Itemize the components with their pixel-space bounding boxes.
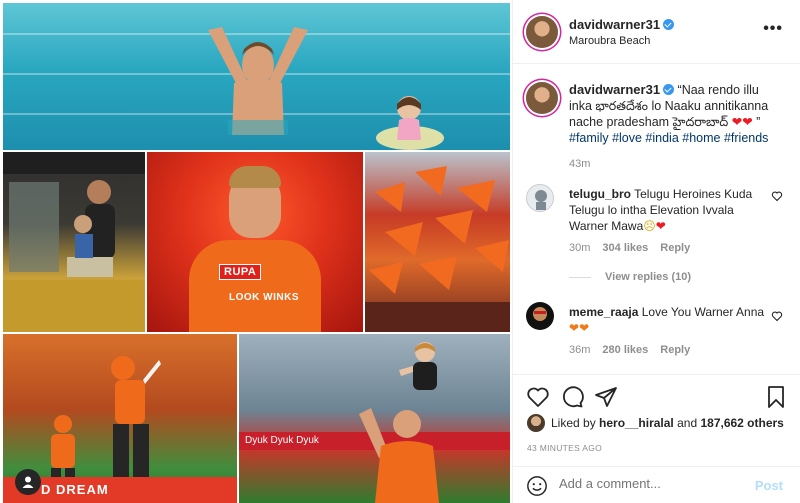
- red-heart-emoji: ❤: [731, 115, 743, 129]
- collage-photo-pool: [3, 3, 510, 150]
- heart-icon[interactable]: [526, 385, 550, 409]
- caption-username[interactable]: davidwarner31: [569, 82, 675, 97]
- post-header: davidwarner31 Maroubra Beach •••: [513, 0, 800, 64]
- sponsor-logo-look: LOOK WINKS: [229, 292, 299, 303]
- post-location[interactable]: Maroubra Beach: [569, 35, 650, 47]
- post-timestamp[interactable]: 43 MINUTES AGO: [527, 443, 602, 453]
- red-heart-emoji: ❤: [742, 115, 753, 129]
- collage-photo-crowd-flags: [365, 152, 510, 332]
- post-actions-bar: [513, 374, 800, 414]
- orange-heart-emoji: ❤: [569, 321, 580, 335]
- comment-icon[interactable]: [560, 385, 584, 409]
- comment-text: Love You Warner Anna: [641, 305, 765, 319]
- verified-icon: [663, 84, 675, 95]
- liker-avatar[interactable]: [527, 414, 545, 432]
- liker-username[interactable]: hero__hiralal: [599, 416, 674, 430]
- comment-username[interactable]: telugu_bro: [569, 187, 631, 201]
- comment-heart-icon[interactable]: [771, 190, 783, 205]
- bookmark-icon[interactable]: [764, 385, 788, 409]
- likes-summary: Liked by hero__hiralal and 187,662 other…: [527, 414, 784, 432]
- caption-hashtags[interactable]: #family #love #india #home #friends: [569, 131, 768, 145]
- sponsor-logo-rupa: RUPA: [219, 264, 262, 280]
- collage-photo-auto-rickshaw: [3, 152, 145, 332]
- view-replies-button[interactable]: View replies (10): [569, 271, 691, 283]
- comment-username[interactable]: meme_raaja: [569, 305, 638, 319]
- red-heart-emoji: ❤: [655, 219, 666, 233]
- comment-time: 36m: [569, 344, 591, 356]
- author-username[interactable]: davidwarner31: [569, 17, 675, 32]
- more-icon[interactable]: •••: [763, 20, 783, 38]
- collage-photo-jersey-portrait: RUPA LOOK WINKS: [147, 152, 363, 332]
- comment-avatar[interactable]: [526, 302, 554, 330]
- comment-avatar[interactable]: [526, 184, 554, 212]
- collage-photo-batsman: D DREAM: [3, 334, 237, 503]
- smile-icon[interactable]: [526, 475, 548, 497]
- post-image-collage[interactable]: RUPA LOOK WINKS D DREAM Dyuk Dyuk Dyuk: [0, 0, 512, 503]
- author-avatar[interactable]: [526, 16, 558, 48]
- collage-photo-celebration: Dyuk Dyuk Dyuk: [239, 334, 510, 503]
- sad-emoji: ☹: [643, 219, 656, 233]
- caption-end-quote: ”: [756, 115, 761, 129]
- comment-time: 30m: [569, 242, 591, 254]
- add-comment-bar: Post: [513, 466, 800, 503]
- orange-heart-emoji: ❤: [579, 321, 590, 335]
- child-figure: [376, 96, 444, 150]
- comment-heart-icon[interactable]: [771, 310, 783, 325]
- verified-icon: [663, 19, 675, 30]
- post-panel: davidwarner31 Maroubra Beach ••• davidwa…: [512, 0, 800, 503]
- post-comment-button[interactable]: Post: [755, 478, 783, 493]
- caption-avatar[interactable]: [526, 82, 558, 114]
- caption-time: 43m: [569, 158, 591, 170]
- comment-input[interactable]: [559, 476, 749, 491]
- comment-reply-button[interactable]: Reply: [660, 344, 690, 356]
- swimmer-figure: [208, 27, 308, 135]
- share-icon[interactable]: [594, 385, 618, 409]
- comment-likes[interactable]: 304 likes: [602, 242, 648, 254]
- comment-likes[interactable]: 280 likes: [602, 344, 648, 356]
- user-tag-icon[interactable]: [15, 469, 41, 495]
- likes-count[interactable]: 187,662 others: [700, 416, 783, 430]
- comment-reply-button[interactable]: Reply: [660, 242, 690, 254]
